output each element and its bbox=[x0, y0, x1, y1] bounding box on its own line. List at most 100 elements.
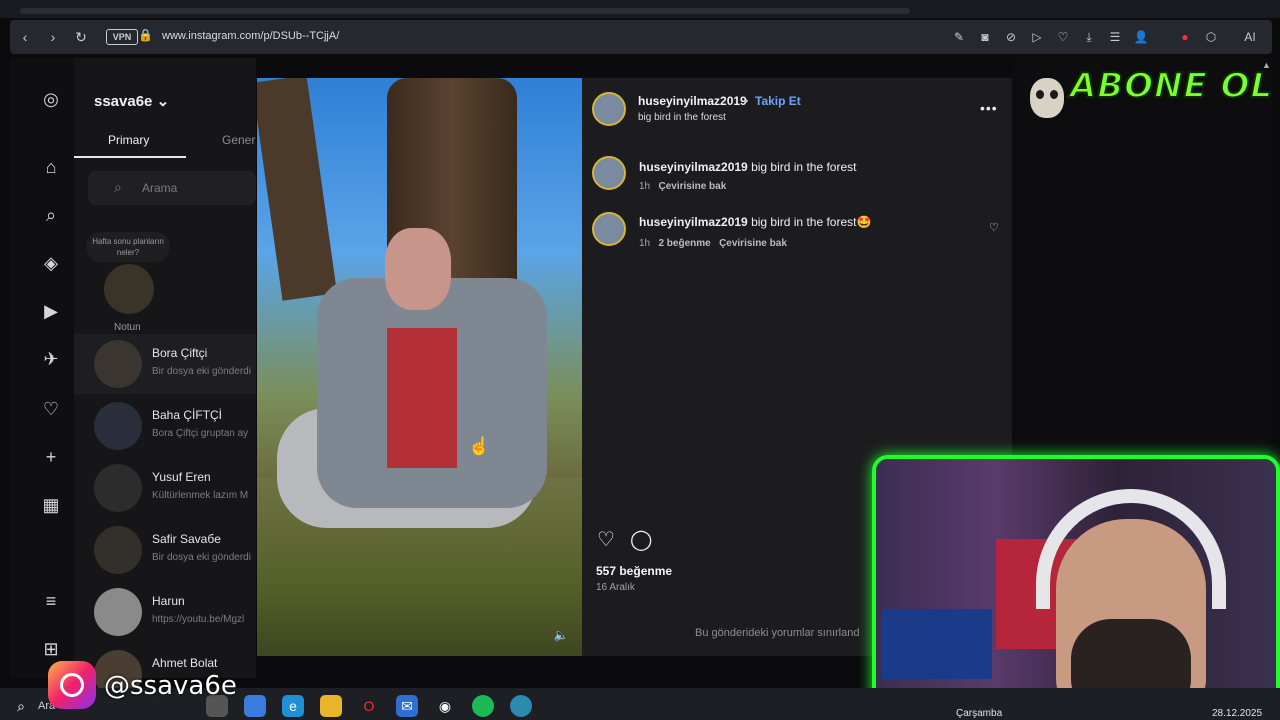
notifications-icon[interactable]: ♡ bbox=[40, 398, 62, 420]
avatar bbox=[94, 402, 142, 450]
mouse-cursor-icon: ☝ bbox=[468, 436, 491, 456]
chevron-down-icon: ⌄ bbox=[156, 93, 170, 110]
camera-icon[interactable]: ◙ bbox=[976, 28, 994, 46]
conversation-name: Harun bbox=[152, 594, 185, 608]
note-label: Notun bbox=[114, 322, 141, 333]
comments-limited-notice: Bu gönderideki yorumlar sınırland bbox=[695, 627, 860, 639]
instagram-icon[interactable]: ◎ bbox=[40, 88, 62, 110]
comment-likes[interactable]: 2 beğenme bbox=[658, 238, 710, 249]
comment-time: 1h bbox=[639, 238, 651, 249]
play-icon[interactable]: ▷ bbox=[1028, 28, 1046, 46]
comment-like-icon[interactable]: ♡ bbox=[989, 221, 999, 234]
comment-user[interactable]: huseyinyilmaz2019 bbox=[639, 215, 748, 229]
like-icon[interactable]: ♡ bbox=[595, 529, 617, 551]
list-item[interactable]: Safir Savaбe Bir dosya eki gönderdi bbox=[74, 520, 256, 580]
cube-icon[interactable]: ⬡ bbox=[1202, 28, 1220, 46]
avatar[interactable] bbox=[104, 264, 154, 314]
ai-button[interactable]: AI bbox=[1232, 28, 1268, 46]
settings-icon[interactable]: ☰ bbox=[1106, 28, 1124, 46]
list-item[interactable]: Baha ÇİFTÇİ Bora Çiftçi gruptan ay bbox=[74, 396, 256, 456]
heart-icon[interactable]: ♡ bbox=[1054, 28, 1072, 46]
post-author[interactable]: huseyinyilmaz2019 bbox=[638, 94, 747, 108]
home-icon[interactable]: ⌂ bbox=[40, 156, 62, 178]
tab-general[interactable]: Gener bbox=[222, 133, 255, 147]
search-input[interactable]: ⌕ Arama bbox=[88, 171, 256, 205]
avatar[interactable] bbox=[592, 156, 626, 190]
reload-icon[interactable]: ↻ bbox=[72, 28, 90, 46]
back-icon[interactable]: ‹ bbox=[16, 28, 34, 46]
comment-user[interactable]: huseyinyilmaz2019 bbox=[639, 160, 748, 174]
comment: huseyinyilmaz2019 big bird in the forest… bbox=[639, 215, 871, 229]
separator-dot: • bbox=[744, 94, 749, 108]
dm-username-text: ssava6e bbox=[94, 93, 153, 110]
comment-icon[interactable]: ◯ bbox=[630, 529, 652, 551]
reels-icon[interactable]: ▶ bbox=[40, 300, 62, 322]
comment-text: big bird in the forest🤩 bbox=[751, 215, 872, 229]
translate-link[interactable]: Çevirisine bak bbox=[658, 181, 726, 192]
dm-username[interactable]: ssava6e ⌄ bbox=[94, 92, 169, 110]
conversation-preview: Bir dosya eki gönderdi bbox=[152, 366, 251, 377]
copilot-icon[interactable] bbox=[244, 695, 266, 717]
speaker-icon[interactable]: 🔈 bbox=[552, 628, 570, 646]
avatar bbox=[94, 340, 142, 388]
create-icon[interactable]: + bbox=[40, 446, 62, 468]
opera-icon[interactable]: O bbox=[358, 695, 380, 717]
skull-icon bbox=[1030, 78, 1064, 118]
subscribe-banner: ABONE OL bbox=[1069, 65, 1274, 107]
address-bar[interactable]: www.instagram.com/p/DSUb--TCjjA/ bbox=[162, 30, 339, 42]
instagram-logo-icon bbox=[48, 661, 96, 709]
tab-bar[interactable] bbox=[20, 8, 910, 14]
dashboard-icon[interactable]: ▦ bbox=[40, 494, 62, 516]
search-icon[interactable]: ⌕ bbox=[10, 695, 32, 717]
conversation-name: Yusuf Eren bbox=[152, 470, 211, 484]
obs-icon[interactable]: ◉ bbox=[434, 695, 456, 717]
person-head bbox=[385, 228, 451, 310]
avatar[interactable] bbox=[592, 212, 626, 246]
avatar[interactable] bbox=[592, 92, 626, 126]
like-count[interactable]: 557 beğenme bbox=[596, 564, 672, 578]
spotify-icon[interactable] bbox=[472, 695, 494, 717]
avatar bbox=[94, 464, 142, 512]
more-options-icon[interactable]: ••• bbox=[980, 100, 998, 116]
list-item[interactable]: Harun https://youtu.be/Mgzl bbox=[74, 582, 256, 642]
backdrop bbox=[1012, 58, 1272, 458]
list-item[interactable]: Bora Çiftçi Bir dosya eki gönderdi bbox=[74, 334, 256, 394]
comment-text: big bird in the forest bbox=[751, 160, 857, 174]
vpn-badge[interactable]: VPN bbox=[106, 29, 138, 45]
forward-icon[interactable]: › bbox=[44, 28, 62, 46]
edge-icon[interactable]: e bbox=[282, 695, 304, 717]
tree-trunk bbox=[257, 78, 338, 301]
list-item[interactable]: Yusuf Eren Kültürlenmek lazım M bbox=[74, 458, 256, 518]
follow-button[interactable]: Takip Et bbox=[755, 94, 801, 108]
edit-icon[interactable]: ✎ bbox=[950, 28, 968, 46]
ai-label: AI bbox=[1244, 30, 1256, 44]
conversation-preview: Bir dosya eki gönderdi bbox=[152, 552, 251, 563]
conversation-name: Bora Çiftçi bbox=[152, 346, 208, 360]
search-icon[interactable]: ⌕ bbox=[40, 204, 62, 226]
translate-link[interactable]: Çevirisine bak bbox=[719, 238, 787, 249]
conversation-preview: https://youtu.be/Mgzl bbox=[152, 614, 245, 625]
download-icon[interactable]: ⤓ bbox=[1080, 28, 1098, 46]
comment-meta: 1h Çevirisine bak bbox=[639, 181, 726, 192]
lock-icon[interactable]: 🔒 bbox=[138, 28, 153, 42]
folder-icon[interactable] bbox=[320, 695, 342, 717]
browser-toolbar: ‹ › ↻ VPN 🔒 www.instagram.com/p/DSUb--TC… bbox=[10, 20, 1272, 54]
post-video[interactable]: 🔈 bbox=[257, 78, 582, 656]
tab-primary[interactable]: Primary bbox=[108, 133, 149, 147]
mail-icon[interactable]: ✉ bbox=[396, 695, 418, 717]
note-bubble[interactable]: Hafta sonu planların neler? bbox=[86, 232, 170, 262]
app-globe-icon[interactable] bbox=[510, 695, 532, 717]
menu-icon[interactable]: ≡ bbox=[40, 590, 62, 612]
messages-icon[interactable]: ✈ bbox=[40, 348, 62, 370]
explore-icon[interactable]: ◈ bbox=[40, 252, 62, 274]
person-shirt bbox=[387, 328, 457, 468]
block-icon[interactable]: ⊘ bbox=[1002, 28, 1020, 46]
more-apps-icon[interactable]: ⊞ bbox=[40, 638, 62, 660]
comment-time: 1h bbox=[639, 181, 651, 192]
profile-icon[interactable]: 👤 bbox=[1132, 28, 1150, 46]
taskbar-date[interactable]: 28.12.2025 bbox=[1212, 708, 1262, 719]
record-icon[interactable]: ● bbox=[1176, 28, 1194, 46]
webcam-shelf bbox=[882, 609, 992, 679]
comment: huseyinyilmaz2019 big bird in the forest bbox=[639, 160, 856, 174]
avatar bbox=[94, 588, 142, 636]
